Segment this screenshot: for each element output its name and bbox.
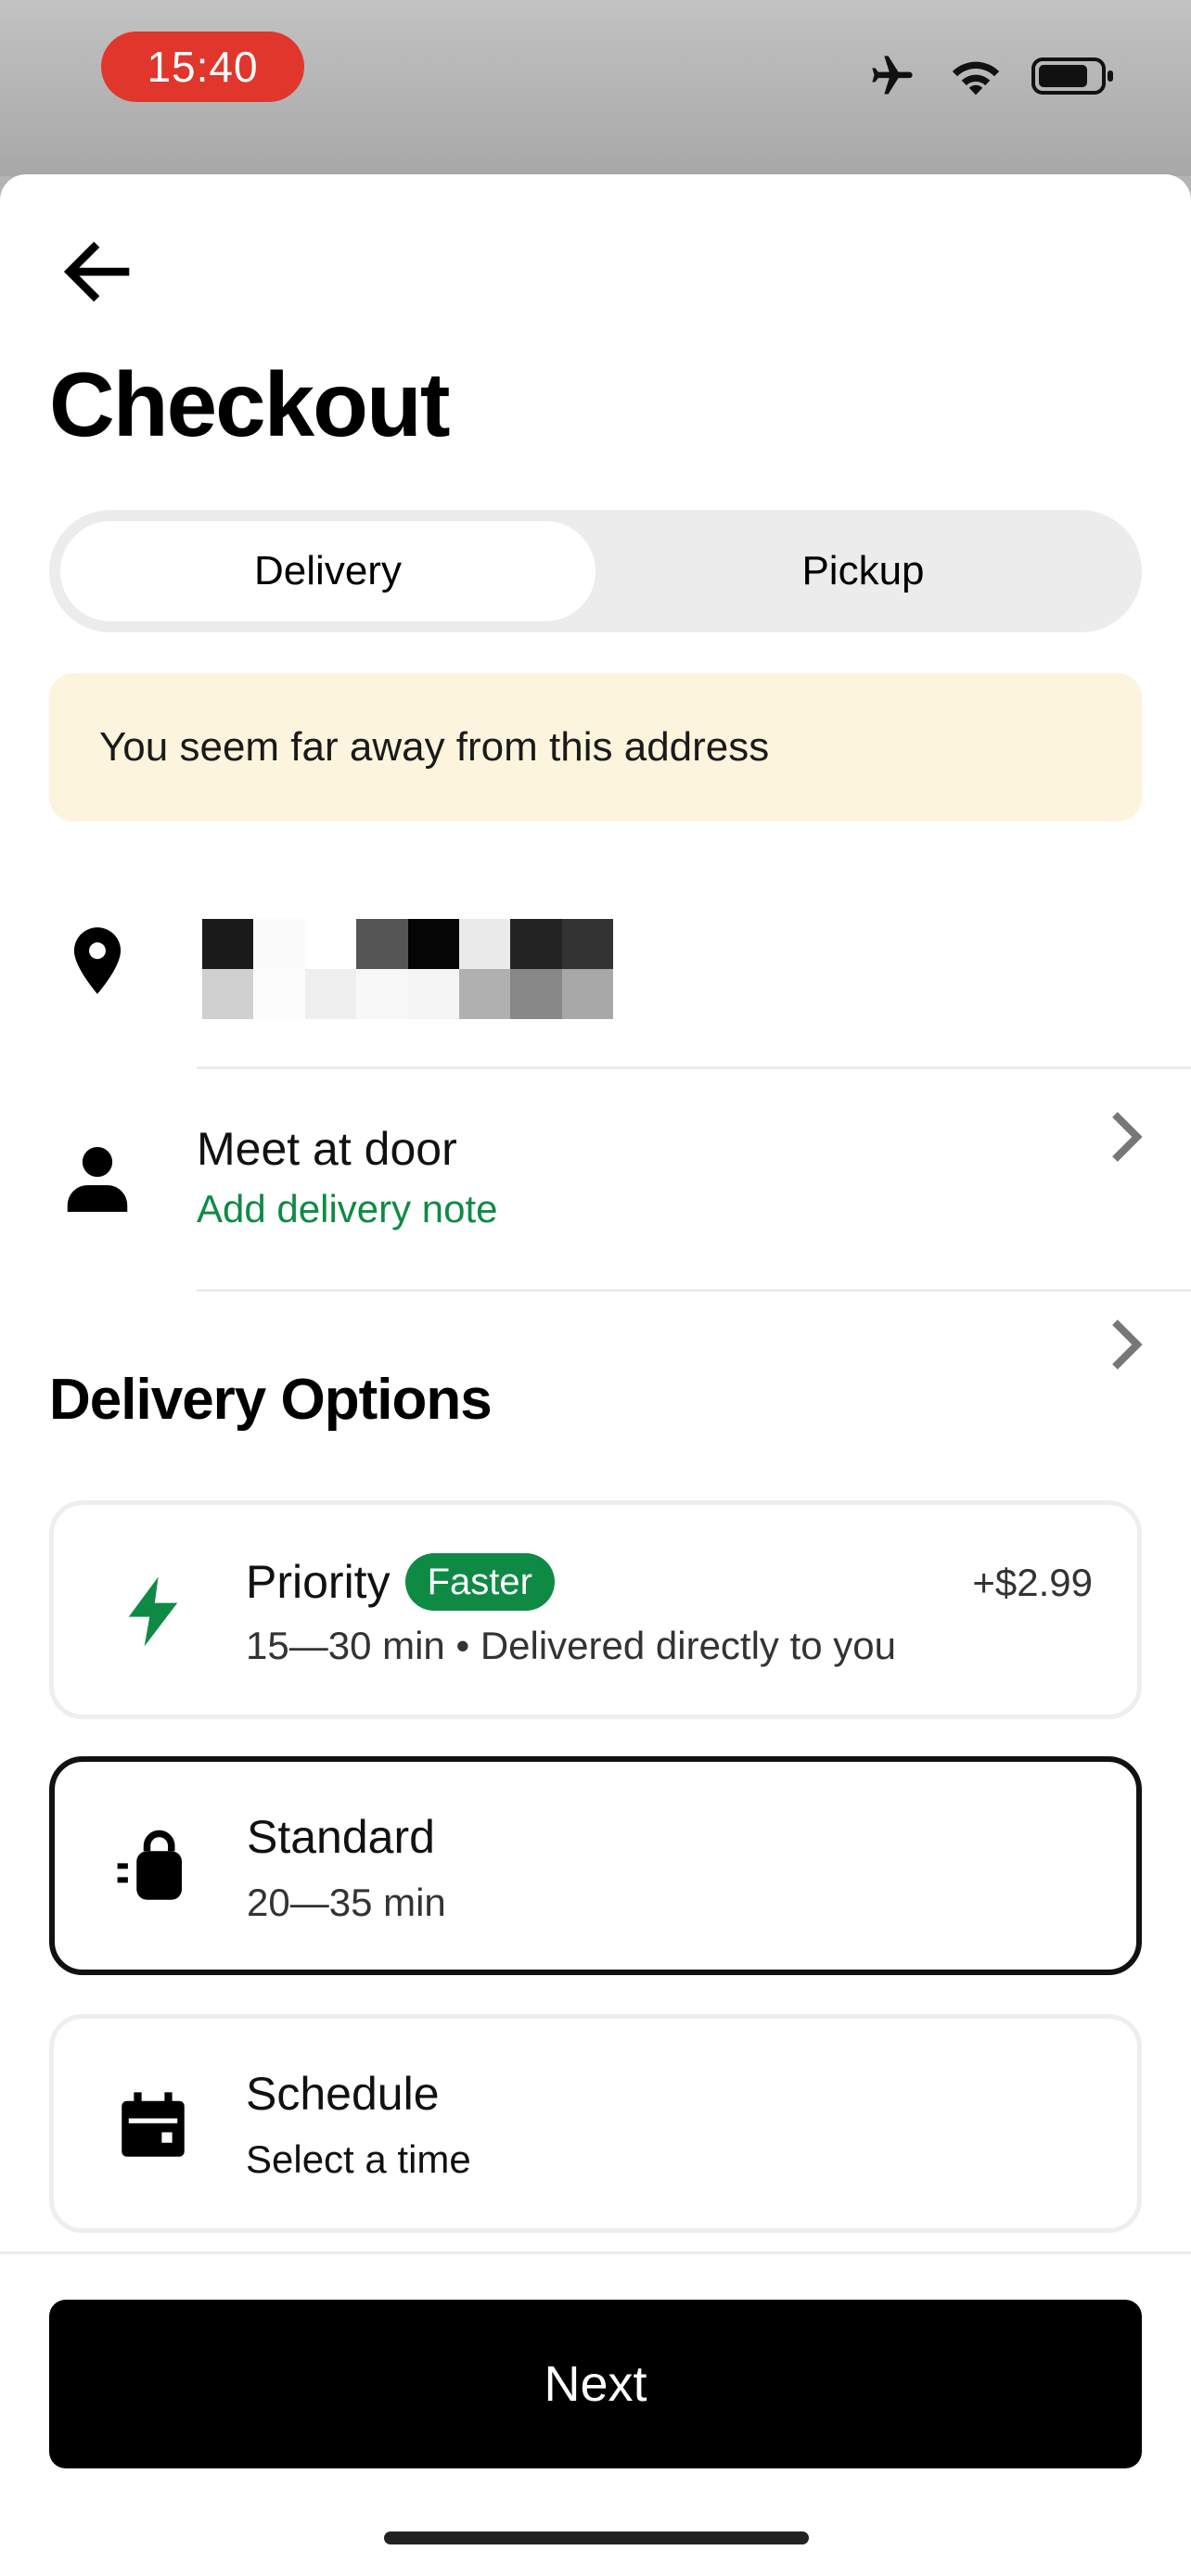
fulfillment-toggle: Delivery Pickup [49, 510, 1142, 632]
option-schedule[interactable]: Schedule Select a time [49, 2014, 1142, 2233]
option-name: Standard [247, 1811, 435, 1863]
battery-icon [1031, 57, 1113, 95]
home-indicator [384, 2531, 809, 2544]
option-price: +$2.99 [972, 1561, 1093, 1604]
distance-warning-banner: You seem far away from this address [49, 673, 1142, 822]
back-button[interactable] [56, 230, 139, 313]
tab-delivery[interactable]: Delivery [60, 521, 596, 621]
option-name: Schedule [246, 2068, 440, 2120]
footer-divider [0, 2251, 1191, 2254]
wifi-icon [952, 61, 1000, 96]
option-standard[interactable]: Standard 20—35 min [49, 1756, 1142, 1975]
location-pin-icon [73, 927, 122, 994]
airplane-mode-icon [872, 56, 913, 95]
redacted-address [202, 919, 613, 1019]
option-priority[interactable]: Priority Faster 15—30 min • Delivered dir… [49, 1500, 1142, 1719]
delivery-options-heading: Delivery Options [49, 1368, 493, 1432]
option-detail: 20—35 min [247, 1881, 446, 1924]
chevron-right-icon [1112, 1112, 1143, 1162]
calendar-icon [122, 2092, 185, 2157]
option-detail: Select a time [246, 2137, 471, 2181]
faster-badge: Faster [404, 1553, 555, 1611]
option-title: Priority Faster [246, 1553, 555, 1611]
page-title: Checkout [49, 353, 451, 455]
divider [197, 1066, 1191, 1069]
tab-pickup[interactable]: Pickup [596, 521, 1131, 621]
add-delivery-note-link[interactable]: Add delivery note [197, 1187, 498, 1231]
status-icons [864, 52, 1117, 100]
checkout-sheet: Checkout Delivery Pickup You seem far aw… [0, 174, 1191, 2576]
option-name: Priority [246, 1556, 391, 1608]
delivery-bag-icon [117, 1830, 182, 1900]
person-icon [67, 1146, 128, 1212]
status-time: 15:40 [101, 32, 304, 102]
option-detail: 15—30 min • Delivered directly to you [246, 1624, 897, 1667]
next-button[interactable]: Next [49, 2300, 1142, 2468]
status-bar: 15:40 [0, 0, 1191, 176]
lightning-icon [128, 1576, 178, 1647]
arrow-left-icon [63, 241, 130, 302]
dropoff-label: Meet at door [197, 1123, 457, 1175]
divider [197, 1289, 1191, 1292]
chevron-right-icon [1112, 1320, 1143, 1370]
